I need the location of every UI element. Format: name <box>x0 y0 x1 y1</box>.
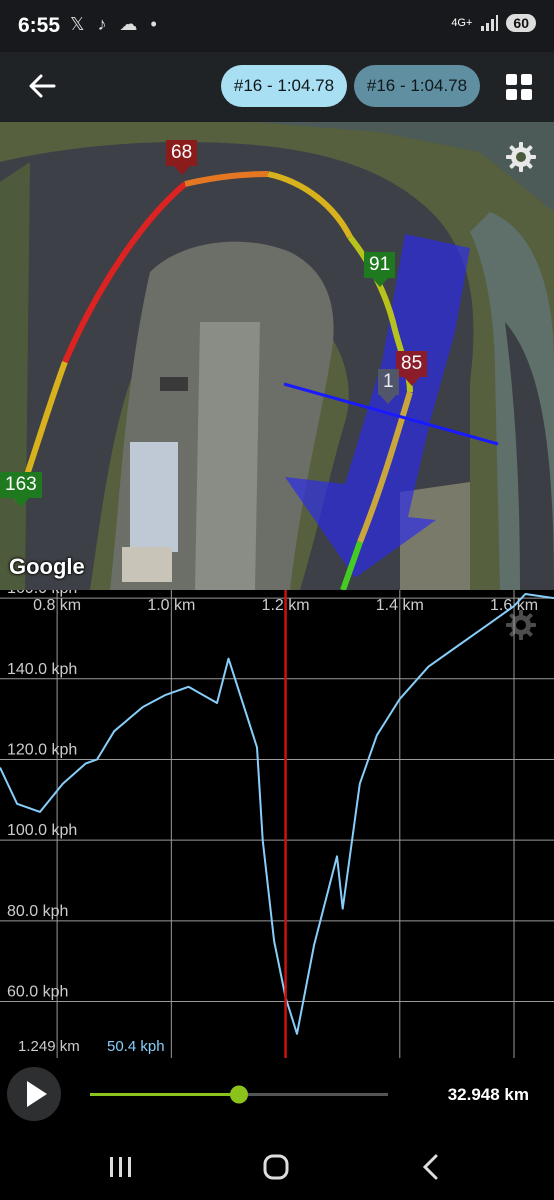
y-tick-label: 60.0 kph <box>7 984 68 1001</box>
slider-fill <box>90 1093 239 1096</box>
speed-marker-68[interactable]: 68 <box>166 140 198 175</box>
speed-marker-91[interactable]: 91 <box>364 252 396 287</box>
speed-chart[interactable]: 0.8 km1.0 km1.2 km1.4 km1.6 km160.0 kph1… <box>0 590 554 1058</box>
grid-view-icon[interactable] <box>506 74 532 100</box>
y-tick-label: 140.0 kph <box>7 661 77 678</box>
speed-chart-plot[interactable]: 0.8 km1.0 km1.2 km1.4 km1.6 km160.0 kph1… <box>0 590 554 1058</box>
map-settings-gear-icon[interactable] <box>504 140 538 174</box>
lap-a-button[interactable]: #16 - 1:04.78 <box>221 65 347 107</box>
home-icon[interactable] <box>261 1152 291 1182</box>
x-tick-label: 1.4 km <box>376 597 424 614</box>
lap-b-button[interactable]: #16 - 1:04.78 <box>354 65 480 107</box>
network-indicator: 4G+ <box>451 17 473 29</box>
back-arrow-icon[interactable] <box>26 70 58 102</box>
google-attribution: Google <box>9 554 85 579</box>
cursor-speed-readout: 50.4 kph <box>107 1038 165 1055</box>
total-distance: 32.948 km <box>447 1085 529 1104</box>
signal-icon <box>481 15 499 31</box>
play-icon <box>27 1081 47 1107</box>
back-nav-icon[interactable] <box>416 1152 446 1182</box>
track-map[interactable]: 68 91 85 1 163 Google <box>0 122 554 590</box>
y-tick-label: 100.0 kph <box>7 822 77 839</box>
position-marker-1[interactable]: 1 <box>378 369 399 404</box>
playback-slider[interactable] <box>84 1079 394 1109</box>
speed-series-line <box>0 593 554 1035</box>
x-tick-label: 0.8 km <box>33 597 81 614</box>
battery-indicator: 60 <box>506 14 536 32</box>
playback-bar: 32.948 km <box>0 1058 554 1132</box>
status-bar: 6:55 𝕏 ♪ ☁ • 4G+ 60 <box>0 0 554 52</box>
cursor-distance-readout: 1.249 km <box>18 1038 80 1055</box>
y-tick-label: 120.0 kph <box>7 741 77 758</box>
y-tick-label: 160.0 kph <box>7 590 77 597</box>
speed-marker-85[interactable]: 85 <box>396 351 428 386</box>
lap-overlay <box>15 171 499 590</box>
y-tick-label: 80.0 kph <box>7 903 68 920</box>
app-toolbar: #16 - 1:04.78 #16 - 1:04.78 <box>0 52 554 122</box>
chart-settings-gear-icon[interactable] <box>504 608 538 642</box>
x-tick-label: 1.0 km <box>147 597 195 614</box>
recents-icon[interactable] <box>106 1152 136 1182</box>
system-navigation-bar <box>0 1132 554 1200</box>
status-time: 6:55 <box>18 14 61 37</box>
speed-marker-163[interactable]: 163 <box>0 472 42 507</box>
notification-icons: 𝕏 ♪ ☁ • <box>70 14 161 34</box>
status-right: 4G+ 60 <box>451 14 536 32</box>
slider-thumb <box>230 1085 248 1104</box>
play-button[interactable] <box>7 1067 61 1121</box>
